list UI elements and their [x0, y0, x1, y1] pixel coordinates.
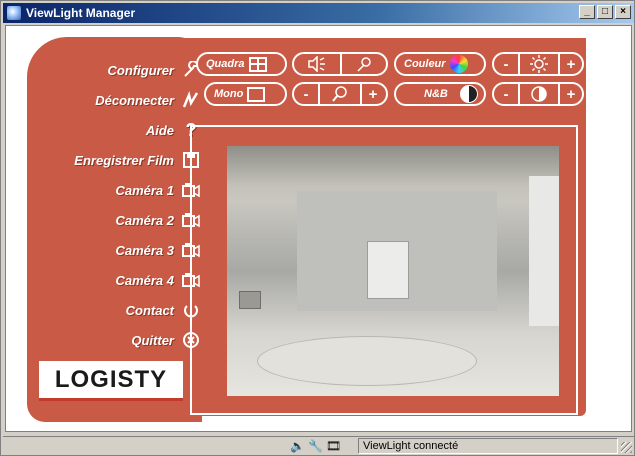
brightness-controls: - +	[492, 52, 584, 76]
resize-grip[interactable]	[621, 442, 632, 453]
sidebar-item-label: Déconnecter	[95, 92, 174, 108]
sidebar-item-label: Aide	[145, 122, 174, 138]
sidebar-item-label: Caméra 3	[115, 242, 174, 258]
color-wheel-icon	[449, 55, 468, 73]
sidebar-item-label: Caméra 4	[115, 272, 174, 288]
nb-label: N&B	[424, 88, 448, 100]
tools-icon[interactable]: 🔧	[308, 440, 323, 453]
video-whiteboard	[367, 241, 409, 299]
zoom-minus-button[interactable]: -	[294, 84, 318, 104]
maximize-button[interactable]: □	[597, 5, 613, 19]
couleur-button[interactable]: Couleur	[394, 52, 486, 76]
logisty-logo: LOGISTY	[39, 361, 183, 401]
nb-button[interactable]: N&B	[394, 82, 486, 106]
status-text: ViewLight connecté	[358, 438, 618, 454]
contrast-icon	[531, 86, 547, 102]
speaker-button[interactable]	[294, 54, 340, 74]
contrast-plus-button[interactable]: +	[558, 84, 582, 104]
brightness-plus-button[interactable]: +	[558, 54, 582, 74]
video-window	[529, 176, 559, 326]
sidebar-item-enregistrer-film[interactable]: Enregistrer Film	[74, 147, 202, 173]
mono-label: Mono	[214, 88, 244, 100]
minimize-button[interactable]: _	[579, 5, 595, 19]
sidebar-item-label: Configurer	[107, 62, 174, 78]
contrast-minus-button[interactable]: -	[494, 84, 518, 104]
brightness-icon-segment	[518, 54, 558, 74]
quadra-button[interactable]: Quadra	[196, 52, 287, 76]
quad-grid-icon	[248, 56, 267, 72]
disconnect-icon	[180, 89, 202, 111]
camera-video-feed[interactable]	[227, 146, 559, 396]
sun-icon	[530, 55, 548, 73]
zoom-controls: - +	[292, 82, 388, 106]
app-window: ViewLight Manager _ □ × Configurer Décon…	[0, 0, 635, 456]
speaker-icon	[308, 56, 325, 72]
mono-button[interactable]: Mono	[204, 82, 287, 106]
window-controls: _ □ ×	[579, 5, 631, 19]
sidebar-item-label: Caméra 2	[115, 212, 174, 228]
film-icon[interactable]: 🎞	[326, 440, 341, 453]
status-icons: 🔈 🔧 🎞	[290, 440, 341, 453]
sidebar-item-label: Caméra 1	[115, 182, 174, 198]
sidebar-item-configurer[interactable]: Configurer	[108, 57, 202, 83]
close-button[interactable]: ×	[615, 5, 631, 19]
couleur-label: Couleur	[404, 58, 446, 70]
magnifier-icon	[332, 86, 347, 102]
sidebar-item-deconnecter[interactable]: Déconnecter	[95, 87, 202, 113]
video-monitor	[239, 291, 261, 309]
single-view-icon	[247, 86, 266, 102]
zoom-plus-button[interactable]: +	[360, 84, 384, 104]
contrast-controls: - +	[492, 82, 584, 106]
speaker-icon[interactable]: 🔈	[290, 440, 305, 453]
sidebar-item-label: Quitter	[131, 332, 174, 348]
brightness-minus-button[interactable]: -	[494, 54, 518, 74]
window-title: ViewLight Manager	[26, 6, 136, 20]
microphone-button[interactable]	[340, 54, 386, 74]
app-icon	[7, 6, 21, 20]
zoom-icon-segment	[318, 84, 360, 104]
audio-controls	[292, 52, 388, 76]
quadra-label: Quadra	[206, 58, 245, 70]
microphone-icon	[357, 57, 371, 72]
status-bar: 🔈 🔧 🎞 ViewLight connecté	[3, 436, 634, 455]
sidebar-item-label: Contact	[125, 302, 174, 318]
contrast-icon-segment	[518, 84, 558, 104]
client-area: Configurer Déconnecter Aide ? Enregistre…	[5, 25, 632, 432]
title-bar[interactable]: ViewLight Manager _ □ ×	[3, 3, 634, 23]
video-ceiling	[227, 146, 559, 186]
video-table	[257, 336, 477, 386]
sidebar-panel: Configurer Déconnecter Aide ? Enregistre…	[27, 37, 202, 422]
sidebar-item-label: Enregistrer Film	[74, 152, 174, 168]
black-white-icon	[459, 85, 478, 103]
